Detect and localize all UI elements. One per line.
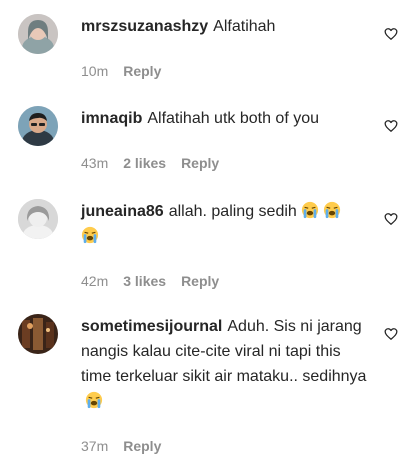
avatar[interactable] [18, 14, 58, 54]
comment-meta: 37m Reply [81, 437, 367, 455]
comment-username[interactable]: juneaina86 [81, 203, 164, 220]
comment-text: sometimesijournal Aduh. Sis ni jarang nan… [81, 314, 367, 414]
heart-icon[interactable] [384, 212, 398, 226]
avatar-image [18, 199, 58, 239]
avatar[interactable] [18, 199, 58, 239]
loudly-crying-face-emoji [323, 201, 340, 219]
comment-body: allah. paling sedih [168, 203, 297, 220]
reply-button[interactable]: Reply [123, 437, 161, 455]
heart-icon[interactable] [384, 119, 398, 133]
heart-icon[interactable] [384, 327, 398, 341]
reply-button[interactable]: Reply [181, 272, 219, 290]
avatar-image [18, 106, 58, 146]
comment-username[interactable]: imnaqib [81, 110, 142, 127]
comment-meta: 42m 3 likes Reply [81, 272, 367, 290]
loudly-crying-face-emoji [301, 201, 318, 219]
comment-text: juneaina86 allah. paling sedih [81, 199, 367, 249]
likes-count[interactable]: 2 likes [123, 154, 166, 172]
heart-icon[interactable] [384, 27, 398, 41]
avatar[interactable] [18, 106, 58, 146]
loudly-crying-face-emoji [81, 226, 99, 244]
comment-time[interactable]: 37m [81, 437, 108, 455]
comment-time[interactable]: 10m [81, 62, 108, 80]
reply-button[interactable]: Reply [123, 62, 161, 80]
comment-text: imnaqib Alfatihah utk both of you [81, 106, 367, 131]
comment-time[interactable]: 42m [81, 272, 108, 290]
comment-meta: 10m Reply [81, 62, 367, 80]
comment-meta: 43m 2 likes Reply [81, 154, 367, 172]
comment-body: Alfatihah utk both of you [147, 110, 320, 127]
comment-username[interactable]: sometimesijournal [81, 318, 222, 335]
avatar-image [18, 14, 58, 54]
likes-count[interactable]: 3 likes [123, 272, 166, 290]
reply-button[interactable]: Reply [181, 154, 219, 172]
comment-body: Alfatihah [213, 18, 276, 35]
loudly-crying-face-emoji [85, 391, 103, 409]
comment-text: mrszsuzanashzy Alfatihah [81, 14, 367, 39]
comment-username[interactable]: mrszsuzanashzy [81, 18, 208, 35]
avatar-image [18, 314, 58, 354]
avatar[interactable] [18, 314, 58, 354]
comment-time[interactable]: 43m [81, 154, 108, 172]
